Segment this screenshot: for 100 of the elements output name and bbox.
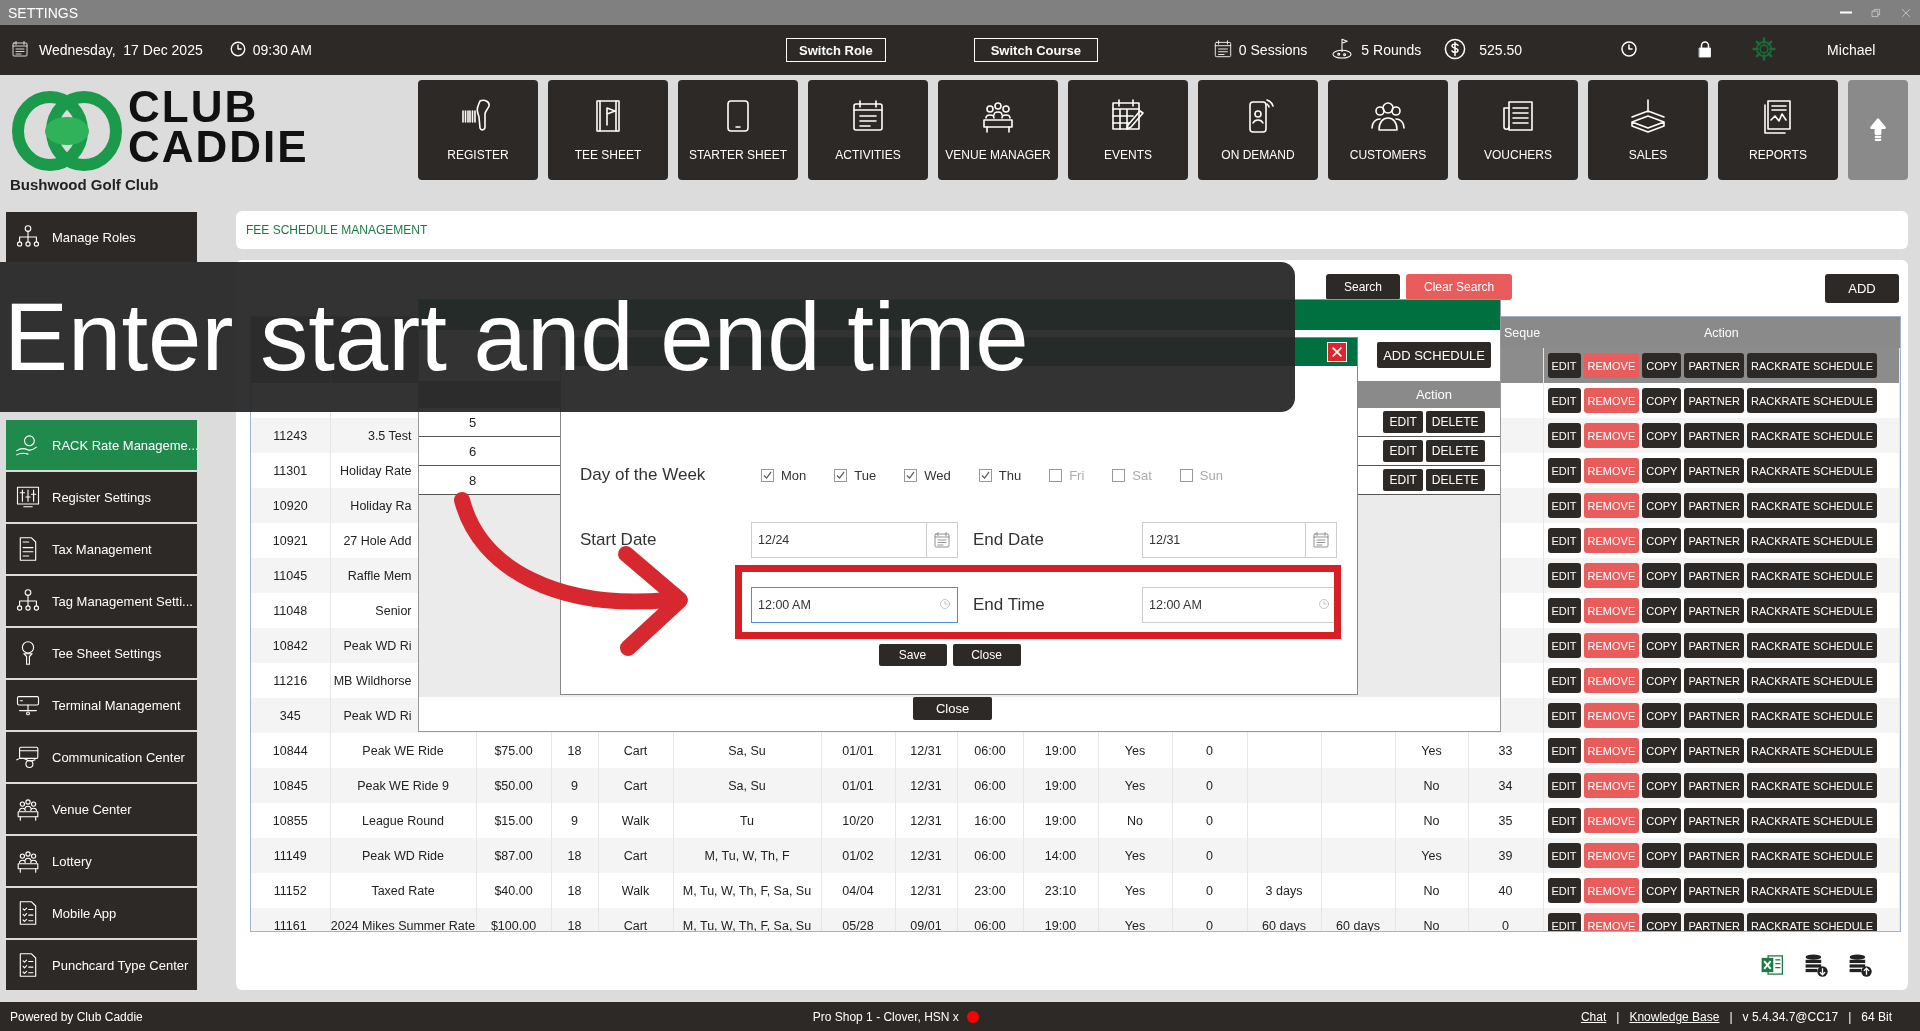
delete-button[interactable]: DELETE [1425, 440, 1485, 462]
nav-tile[interactable]: ACTIVITIES [808, 80, 928, 180]
nav-tile[interactable]: CUSTOMERS [1328, 80, 1448, 180]
day-checkbox[interactable]: Tue [834, 467, 877, 483]
close-button[interactable]: Close [913, 697, 992, 720]
schedule-button[interactable]: RACKRATE SCHEDULE [1747, 668, 1878, 693]
sidebar-item[interactable]: Venue Center [6, 784, 197, 834]
copy-button[interactable]: COPY [1642, 563, 1682, 588]
copy-button[interactable]: COPY [1642, 668, 1682, 693]
schedule-button[interactable]: RACKRATE SCHEDULE [1747, 843, 1878, 868]
footer-link[interactable]: Knowledge Base [1629, 1009, 1720, 1024]
edit-button[interactable]: EDIT [1547, 493, 1581, 518]
nav-tile[interactable]: TEE SHEET [548, 80, 668, 180]
copy-button[interactable]: COPY [1642, 423, 1682, 448]
day-checkbox[interactable]: Mon [761, 467, 807, 483]
copy-button[interactable]: COPY [1642, 528, 1682, 553]
edit-button[interactable]: EDIT [1547, 388, 1581, 413]
edit-button[interactable]: EDIT [1547, 563, 1581, 588]
edit-button[interactable]: EDIT [1547, 738, 1581, 763]
copy-button[interactable]: COPY [1642, 738, 1682, 763]
copy-button[interactable]: COPY [1642, 913, 1682, 931]
schedule-button[interactable]: RACKRATE SCHEDULE [1747, 563, 1878, 588]
schedule-button[interactable]: RACKRATE SCHEDULE [1747, 633, 1878, 658]
copy-button[interactable]: COPY [1642, 598, 1682, 623]
time-field[interactable]: 12:00 AM [751, 587, 958, 623]
copy-button[interactable]: COPY [1642, 843, 1682, 868]
schedule-button[interactable]: RACKRATE SCHEDULE [1747, 913, 1878, 931]
schedule-button[interactable]: RACKRATE SCHEDULE [1747, 353, 1878, 378]
edit-button[interactable]: EDIT [1547, 773, 1581, 798]
add-button[interactable]: ADD [1825, 274, 1899, 303]
schedule-button[interactable]: RACKRATE SCHEDULE [1747, 528, 1878, 553]
date-field[interactable]: 12/24 [751, 522, 958, 558]
partner-button[interactable]: PARTNER [1684, 458, 1744, 483]
search-button[interactable]: Search [1326, 274, 1401, 300]
schedule-button[interactable]: RACKRATE SCHEDULE [1747, 808, 1878, 833]
partner-button[interactable]: PARTNER [1684, 843, 1744, 868]
save-button[interactable]: Save [878, 644, 947, 666]
footer-link[interactable]: Chat [1580, 1009, 1607, 1024]
sidebar-item[interactable]: Terminal Management [6, 680, 197, 730]
sidebar-item[interactable]: Tag Management Setti... [6, 576, 197, 626]
edit-button[interactable]: EDIT [1547, 528, 1581, 553]
partner-button[interactable]: PARTNER [1684, 913, 1744, 931]
sidebar-item[interactable]: Tax Management [6, 524, 197, 574]
delete-button[interactable]: DELETE [1425, 469, 1485, 491]
partner-button[interactable]: PARTNER [1684, 493, 1744, 518]
copy-button[interactable]: COPY [1642, 388, 1682, 413]
edit-button[interactable]: EDIT [1547, 808, 1581, 833]
partner-button[interactable]: PARTNER [1684, 773, 1744, 798]
schedule-button[interactable]: RACKRATE SCHEDULE [1747, 738, 1878, 763]
edit-button[interactable]: EDIT [1383, 469, 1423, 491]
edit-button[interactable]: EDIT [1547, 668, 1581, 693]
nav-tile[interactable]: STARTER SHEET [678, 80, 798, 180]
edit-button[interactable]: EDIT [1547, 878, 1581, 903]
nav-tile[interactable]: REPORTS [1718, 80, 1838, 180]
sidebar-item[interactable]: Mobile App [6, 888, 197, 938]
copy-button[interactable]: COPY [1642, 493, 1682, 518]
delete-button[interactable]: DELETE [1425, 411, 1485, 433]
table-row[interactable]: 11149 Peak WD Ride $87.00 18 Cart M, Tu, W, Th, F 01/02 12/31 06:00 14:00 Yes 0 Yes 39 EDIT REMOVE COPY PARTNER RACKRATE SCHEDULE [251, 838, 1900, 873]
edit-button[interactable]: EDIT [1547, 353, 1581, 378]
database-upload-icon[interactable] [1847, 952, 1873, 978]
partner-button[interactable]: PARTNER [1684, 703, 1744, 728]
close-button[interactable] [1327, 342, 1347, 362]
partner-button[interactable]: PARTNER [1684, 388, 1744, 413]
edit-button[interactable]: EDIT [1547, 598, 1581, 623]
edit-button[interactable]: EDIT [1547, 458, 1581, 483]
sidebar-item[interactable]: Tee Sheet Settings [6, 628, 197, 678]
day-checkbox[interactable]: Wed [904, 467, 951, 483]
partner-button[interactable]: PARTNER [1684, 423, 1744, 448]
partner-button[interactable]: PARTNER [1684, 528, 1744, 553]
schedule-button[interactable]: RACKRATE SCHEDULE [1747, 878, 1878, 903]
day-checkbox[interactable]: Thu [978, 467, 1022, 483]
copy-button[interactable]: COPY [1642, 633, 1682, 658]
nav-tile[interactable]: SALES [1588, 80, 1708, 180]
schedule-button[interactable]: RACKRATE SCHEDULE [1747, 493, 1878, 518]
edit-button[interactable]: EDIT [1383, 440, 1423, 462]
partner-button[interactable]: PARTNER [1684, 563, 1744, 588]
edit-button[interactable]: EDIT [1547, 633, 1581, 658]
partner-button[interactable]: PARTNER [1684, 808, 1744, 833]
table-row[interactable]: 10845 Peak WE Ride 9 $50.00 9 Cart Sa, Su 01/01 12/31 06:00 19:00 Yes 0 No 34 EDIT REMOVE COPY PARTNER RACKRATE SCHEDULE [251, 768, 1900, 803]
nav-tile[interactable]: ON DEMAND [1198, 80, 1318, 180]
date-field[interactable]: 12/31 [1142, 522, 1337, 558]
partner-button[interactable]: PARTNER [1684, 878, 1744, 903]
sidebar-item[interactable]: Manage Roles [6, 212, 197, 262]
partner-button[interactable]: PARTNER [1684, 738, 1744, 763]
schedule-button[interactable]: RACKRATE SCHEDULE [1747, 458, 1878, 483]
scroll-top-button[interactable] [1848, 80, 1908, 180]
partner-button[interactable]: PARTNER [1684, 633, 1744, 658]
copy-button[interactable]: COPY [1642, 458, 1682, 483]
edit-button[interactable]: EDIT [1547, 913, 1581, 931]
switch-role-button[interactable]: Switch Role [785, 38, 886, 62]
copy-button[interactable]: COPY [1642, 808, 1682, 833]
nav-tile[interactable]: VENUE MANAGER [938, 80, 1058, 180]
add-schedule-button[interactable]: ADD SCHEDULE [1377, 342, 1491, 368]
edit-button[interactable]: EDIT [1547, 423, 1581, 448]
schedule-button[interactable]: RACKRATE SCHEDULE [1747, 703, 1878, 728]
edit-button[interactable]: EDIT [1383, 411, 1423, 433]
nav-tile[interactable]: REGISTER [418, 80, 538, 180]
schedule-button[interactable]: RACKRATE SCHEDULE [1747, 423, 1878, 448]
switch-course-button[interactable]: Switch Course [973, 38, 1098, 62]
copy-button[interactable]: COPY [1642, 353, 1682, 378]
